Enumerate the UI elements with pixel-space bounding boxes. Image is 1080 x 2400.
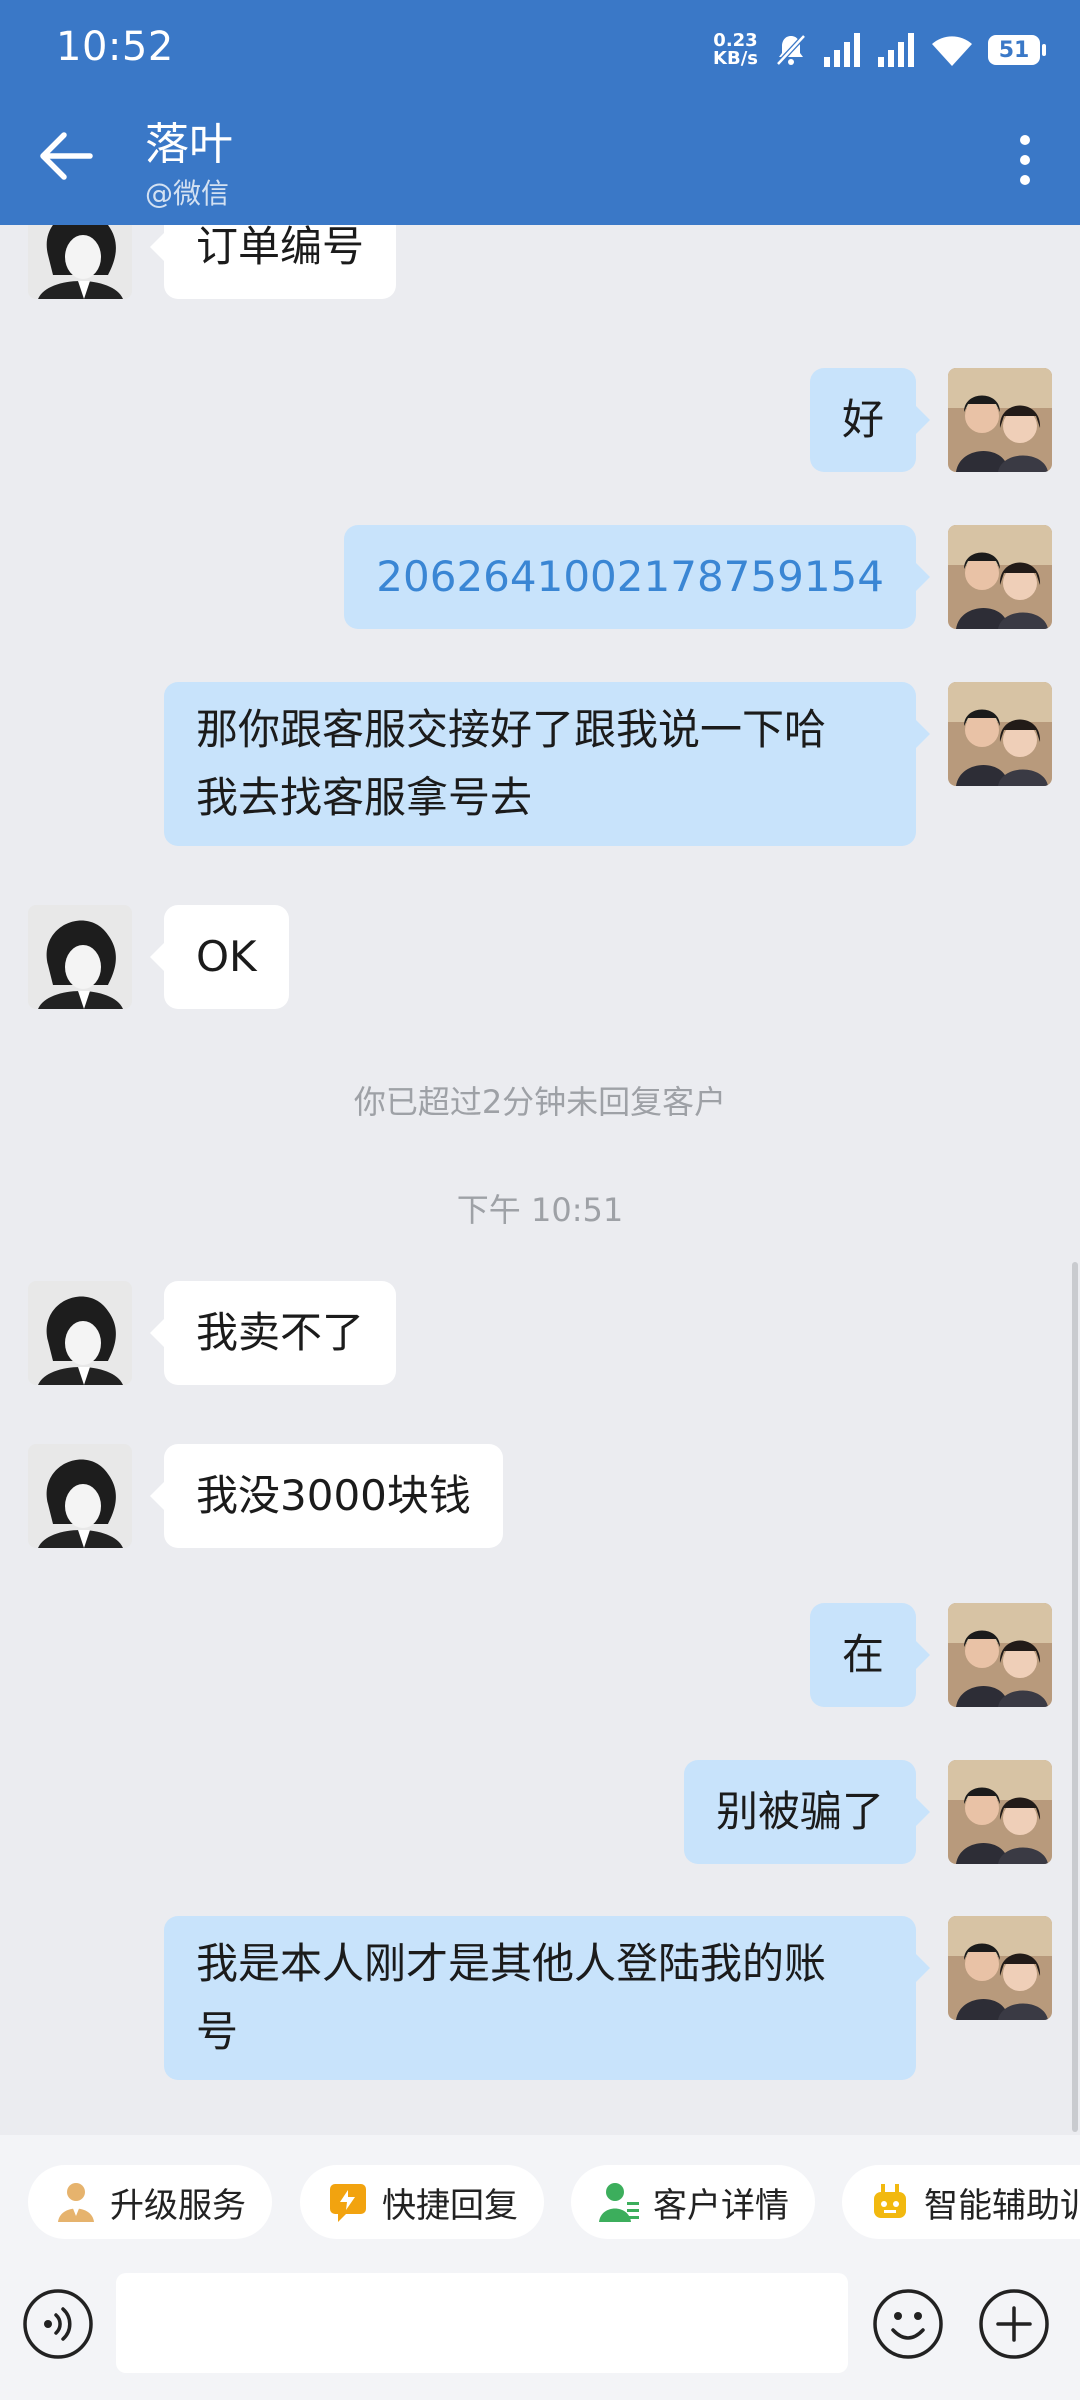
incoming-message-bubble[interactable]: 我没3000块钱 [150, 1444, 503, 1548]
timestamp: 下午 10:51 [456, 1191, 624, 1229]
wifi-icon [932, 36, 972, 66]
more-dot-icon [1020, 175, 1030, 185]
message-list[interactable]: 订单编号 好 2062641002178759154 那你跟客服交接好了跟我说一… [0, 225, 1080, 2135]
outgoing-message-bubble[interactable]: 那你跟客服交接好了跟我说一下哈 我去找客服拿号去 [164, 682, 930, 846]
incoming-message-bubble[interactable]: OK [150, 905, 289, 1009]
more-dot-icon [1020, 155, 1030, 165]
customer-avatar[interactable] [28, 225, 132, 299]
chip-label: 快捷回复 [382, 2185, 518, 2226]
order-number-link[interactable]: 2062641002178759154 [376, 552, 884, 601]
chip-label: 升级服务 [110, 2185, 246, 2226]
chat-title: 落叶 [145, 119, 233, 170]
agent-avatar[interactable] [948, 682, 1052, 786]
quick-action-bar: 升级服务 快捷回复 客户详情 智能辅助训 [0, 2135, 1080, 2265]
input-bar [0, 2265, 1080, 2400]
agent-avatar[interactable] [948, 1603, 1052, 1707]
net-speed-unit: KB/s [713, 48, 758, 69]
voice-input-button[interactable] [22, 2288, 94, 2360]
outgoing-message-bubble[interactable]: 2062641002178759154 [344, 525, 930, 629]
agent-avatar[interactable] [948, 525, 1052, 629]
plus-icon [979, 2289, 1049, 2359]
add-attachment-button[interactable] [978, 2288, 1050, 2360]
person-upgrade-icon [54, 2180, 98, 2224]
quick-reply-chip[interactable]: 快捷回复 [300, 2165, 544, 2239]
mute-bell-icon [776, 34, 806, 66]
agent-avatar[interactable] [948, 1916, 1052, 2020]
top-bar: 10:52 0.23 KB/s 51 落叶 @微信 [0, 0, 1080, 225]
chat-subtitle: @微信 [145, 177, 230, 210]
signal-icon-1 [824, 33, 860, 67]
back-button[interactable] [28, 118, 104, 194]
quick-reply-icon [326, 2180, 370, 2224]
arrow-left-icon [40, 132, 93, 180]
chip-label: 客户详情 [653, 2185, 789, 2226]
upgrade-service-chip[interactable]: 升级服务 [28, 2165, 272, 2239]
signal-icon-2 [878, 33, 914, 67]
customer-avatar[interactable] [28, 1444, 132, 1548]
battery-icon: 51 [988, 35, 1046, 65]
net-speed: 0.23 KB/s [713, 32, 758, 68]
agent-avatar[interactable] [948, 1760, 1052, 1864]
status-time: 10:52 [56, 24, 174, 70]
emoji-button[interactable] [872, 2288, 944, 2360]
scrollbar[interactable] [1072, 1262, 1078, 2132]
customer-avatar[interactable] [28, 1281, 132, 1385]
outgoing-message-bubble[interactable]: 我是本人刚才是其他人登陆我的账 号 [164, 1916, 930, 2080]
status-icons: 0.23 KB/s 51 [713, 26, 1046, 74]
ai-assist-chip[interactable]: 智能辅助训 [842, 2165, 1080, 2239]
more-dot-icon [1020, 135, 1030, 145]
outgoing-message-bubble[interactable]: 别被骗了 [683, 1760, 931, 1864]
chip-label: 智能辅助训 [924, 2185, 1080, 2226]
customer-detail-icon [597, 2180, 641, 2224]
incoming-message-bubble[interactable]: 订单编号 [149, 225, 397, 299]
agent-avatar[interactable] [948, 368, 1052, 472]
more-options-button[interactable] [990, 118, 1060, 202]
incoming-message-bubble[interactable]: 我卖不了 [149, 1281, 397, 1385]
robot-assist-icon [868, 2180, 912, 2224]
smiley-icon [873, 2289, 943, 2359]
voice-icon [23, 2289, 93, 2359]
outgoing-message-bubble[interactable]: 在 [809, 1603, 931, 1707]
outgoing-message-bubble[interactable]: 好 [809, 368, 931, 472]
message-input[interactable] [116, 2273, 848, 2373]
customer-avatar[interactable] [28, 905, 132, 1009]
no-reply-notice: 你已超过2分钟未回复客户 [353, 1083, 727, 1121]
customer-detail-chip[interactable]: 客户详情 [571, 2165, 815, 2239]
